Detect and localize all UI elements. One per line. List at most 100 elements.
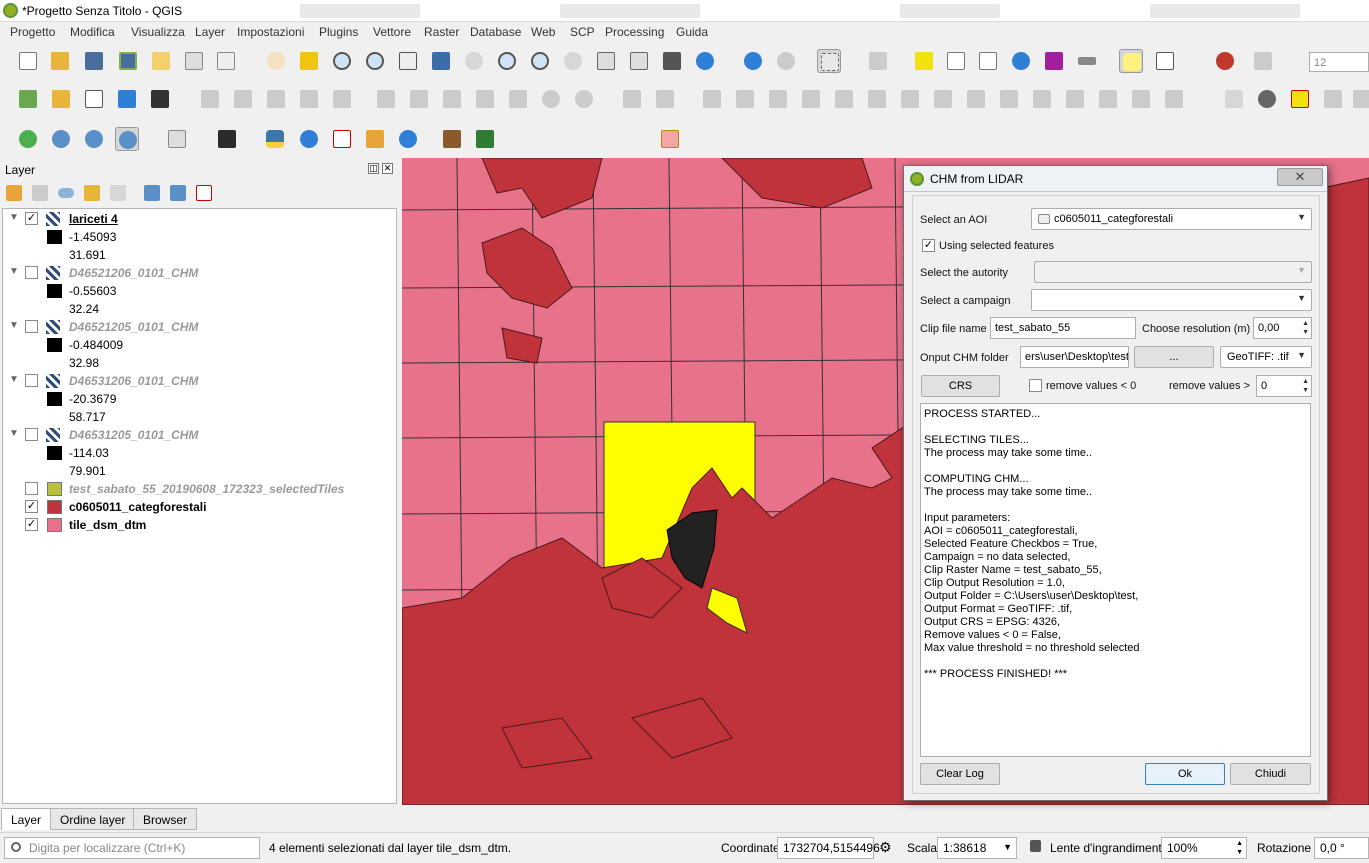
menu-plugins[interactable]: Plugins bbox=[319, 25, 358, 39]
refresh-icon[interactable] bbox=[693, 49, 717, 73]
layout-manager-icon[interactable] bbox=[214, 49, 238, 73]
process-log[interactable]: PROCESS STARTED... SELECTING TILES... The … bbox=[920, 403, 1311, 757]
rotate-label-icon[interactable] bbox=[1350, 87, 1369, 111]
collapse-arrow-icon[interactable]: ▼ bbox=[9, 266, 19, 277]
add-group-icon[interactable] bbox=[30, 183, 50, 203]
locator-input[interactable]: Digita per localizzare (Ctrl+K) bbox=[4, 837, 260, 859]
remove-above-spinbox[interactable]: 0 ▲ ▼ bbox=[1256, 375, 1312, 397]
zoom-out-icon[interactable] bbox=[363, 49, 387, 73]
menu-scp[interactable]: SCP bbox=[570, 25, 595, 39]
rotation-field[interactable]: 0,0 ° bbox=[1314, 837, 1369, 859]
delete-ring-icon[interactable] bbox=[766, 87, 790, 111]
menu-modifica[interactable]: Modifica bbox=[70, 25, 115, 39]
processing-toolbox-icon[interactable] bbox=[1009, 49, 1033, 73]
rotate-point-icon[interactable] bbox=[1030, 87, 1054, 111]
new-3d-view-icon[interactable] bbox=[627, 49, 651, 73]
layer-item[interactable]: ▼ D46521206_0101_CHM bbox=[3, 264, 396, 282]
field-calculator-icon[interactable] bbox=[976, 49, 1000, 73]
pan-hand-icon[interactable] bbox=[264, 49, 288, 73]
zoom-to-selection-icon[interactable] bbox=[462, 49, 486, 73]
add-raster-layer-icon[interactable] bbox=[49, 87, 73, 111]
collapse-arrow-icon[interactable]: ▼ bbox=[9, 320, 19, 331]
cut-features-icon[interactable] bbox=[440, 87, 464, 111]
add-vector-layer-icon[interactable] bbox=[16, 87, 40, 111]
label-tool-icon[interactable] bbox=[1222, 87, 1246, 111]
chm-plugin-icon[interactable] bbox=[473, 127, 497, 151]
statistical-summary-icon[interactable] bbox=[1042, 49, 1066, 73]
coordinate-field[interactable]: 1732704,5154496 bbox=[777, 837, 880, 859]
collapse-arrow-icon[interactable]: ▼ bbox=[9, 374, 19, 385]
vertex-tool-icon[interactable] bbox=[330, 87, 354, 111]
python-console-icon[interactable] bbox=[263, 127, 287, 151]
text-annotation-icon[interactable] bbox=[1153, 49, 1177, 73]
layer-checkbox[interactable] bbox=[25, 428, 38, 441]
copy-features-icon[interactable] bbox=[473, 87, 497, 111]
clip-name-input[interactable]: test_sabato_55 bbox=[990, 317, 1136, 339]
rotate-feature-icon[interactable] bbox=[1162, 87, 1186, 111]
move-label-icon[interactable] bbox=[1321, 87, 1345, 111]
menu-vettore[interactable]: Vettore bbox=[373, 25, 411, 39]
edit-pencil-icon[interactable] bbox=[231, 87, 255, 111]
modify-attributes-icon[interactable] bbox=[374, 87, 398, 111]
identify-icon[interactable] bbox=[741, 49, 765, 73]
delete-part-icon[interactable] bbox=[799, 87, 823, 111]
lock-scale-icon[interactable] bbox=[1030, 840, 1041, 852]
menu-web[interactable]: Web bbox=[531, 25, 555, 39]
layer-checkbox[interactable] bbox=[25, 266, 38, 279]
zoom-native-icon[interactable] bbox=[396, 49, 420, 73]
simplify-icon[interactable] bbox=[1063, 87, 1087, 111]
menu-visualizza[interactable]: Visualizza bbox=[131, 25, 185, 39]
use-selected-checkbox[interactable]: ✓ bbox=[922, 239, 935, 252]
font-size-input[interactable]: 12 bbox=[1309, 52, 1369, 72]
save-project-icon[interactable] bbox=[82, 49, 106, 73]
layer-item[interactable]: ✓ tile_dsm_dtm bbox=[3, 516, 396, 534]
campaign-combo[interactable]: ▼ bbox=[1031, 289, 1312, 311]
zoom-to-layer-icon[interactable] bbox=[495, 49, 519, 73]
paste-features-icon[interactable] bbox=[506, 87, 530, 111]
figure-plugin-icon[interactable] bbox=[363, 127, 387, 151]
close-panel-icon[interactable]: ✕ bbox=[382, 163, 393, 174]
menu-raster[interactable]: Raster bbox=[424, 25, 459, 39]
resolution-spinbox[interactable]: 0,00 ▲ ▼ bbox=[1253, 317, 1312, 339]
toggle-editing-icon[interactable] bbox=[198, 87, 222, 111]
menu-progetto[interactable]: Progetto bbox=[10, 25, 55, 39]
filter-icon[interactable] bbox=[82, 183, 102, 203]
select-features-icon[interactable] bbox=[817, 49, 841, 73]
zoom-in-icon[interactable] bbox=[330, 49, 354, 73]
add-delimited-text-icon[interactable] bbox=[82, 87, 106, 111]
polygon-plugin-icon[interactable] bbox=[658, 127, 682, 151]
offset-curve-icon[interactable] bbox=[865, 87, 889, 111]
wfs-globe-icon[interactable] bbox=[115, 127, 139, 151]
expand-all-icon[interactable] bbox=[142, 183, 162, 203]
highlight-labels-icon[interactable] bbox=[1288, 87, 1312, 111]
pin-labels-icon[interactable] bbox=[1255, 87, 1279, 111]
layer-item[interactable]: test_sabato_55_20190608_172323_selectedT… bbox=[3, 480, 396, 498]
deselect-icon[interactable] bbox=[866, 49, 890, 73]
digitize-ring-icon[interactable] bbox=[620, 87, 644, 111]
layer-item[interactable]: ▼ ✓ lariceti 4 bbox=[3, 210, 396, 228]
globe-green-icon[interactable] bbox=[16, 127, 40, 151]
split-parts-icon[interactable] bbox=[931, 87, 955, 111]
open-project-icon[interactable] bbox=[48, 49, 72, 73]
float-panel-icon[interactable]: ◫ bbox=[368, 163, 379, 174]
tab-browser[interactable]: Browser bbox=[133, 808, 198, 830]
reverse-line-icon[interactable] bbox=[1096, 87, 1120, 111]
redo-icon[interactable] bbox=[572, 87, 596, 111]
add-ring-icon[interactable] bbox=[653, 87, 677, 111]
add-feature-icon[interactable] bbox=[297, 87, 321, 111]
wcs-globe-icon[interactable] bbox=[82, 127, 106, 151]
pan-to-selection-icon[interactable] bbox=[297, 49, 321, 73]
merge-selected-icon[interactable] bbox=[964, 87, 988, 111]
layer-item[interactable]: ▼ D46531205_0101_CHM bbox=[3, 426, 396, 444]
save-as-icon[interactable] bbox=[116, 49, 140, 73]
format-combo[interactable]: GeoTIFF: .tif ▼ bbox=[1220, 346, 1312, 368]
select-by-value-icon[interactable] bbox=[912, 49, 936, 73]
layer-checkbox[interactable]: ✓ bbox=[25, 500, 38, 513]
browse-button[interactable]: ... bbox=[1134, 346, 1214, 368]
new-print-layout-icon[interactable] bbox=[149, 49, 173, 73]
map-tips-icon[interactable] bbox=[1119, 49, 1143, 73]
add-wms-icon[interactable] bbox=[148, 87, 172, 111]
undo-icon[interactable] bbox=[539, 87, 563, 111]
spin-arrows-icon[interactable]: ▲ ▼ bbox=[1236, 839, 1243, 857]
split-features-icon[interactable] bbox=[898, 87, 922, 111]
